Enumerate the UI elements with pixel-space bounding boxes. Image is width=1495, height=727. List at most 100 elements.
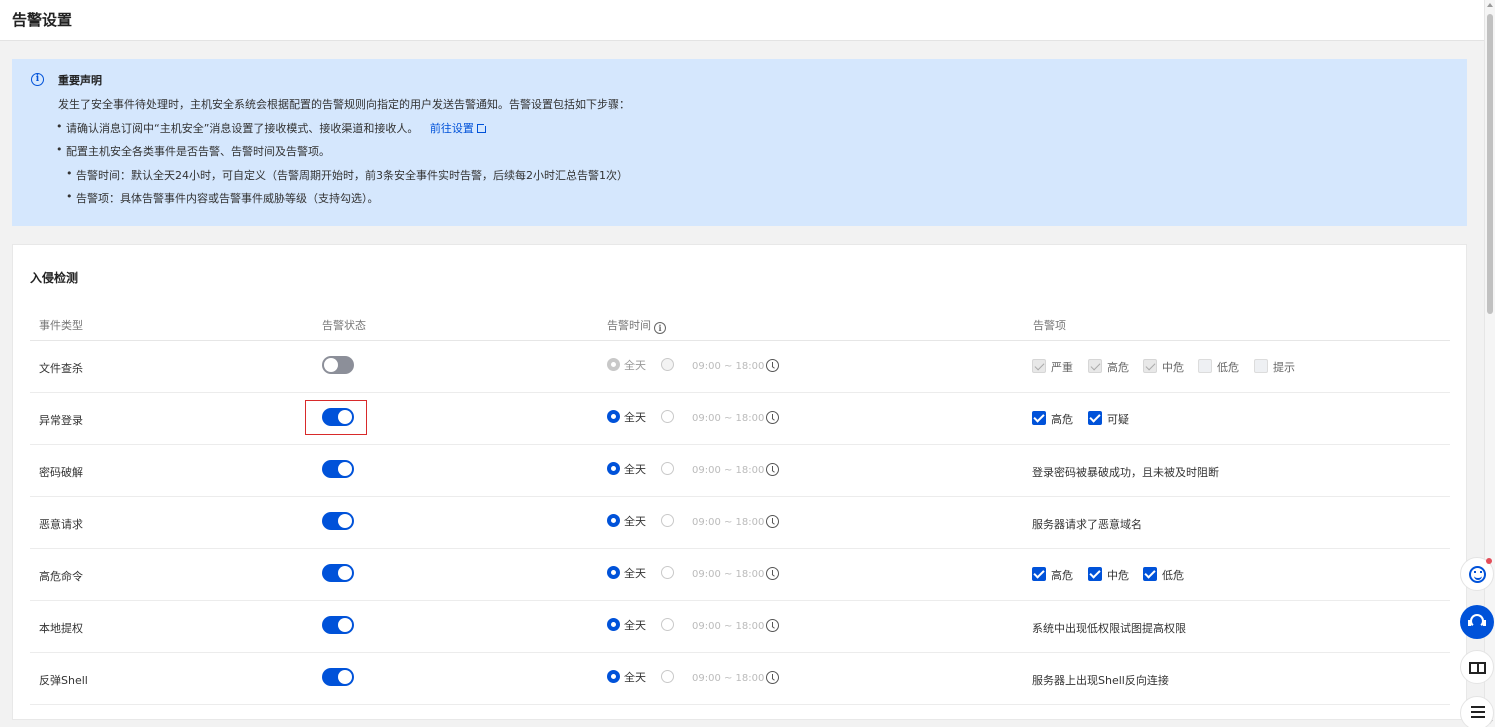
toggle-knob [338,618,352,632]
event-type-name: 密码破解 [39,466,83,479]
go-to-settings-link[interactable]: 前往设置 [429,122,488,135]
event-type-name: 异常登录 [39,414,83,427]
smile-icon [1469,566,1486,583]
custom-time-radio[interactable] [661,410,674,423]
custom-time-radio[interactable] [661,618,674,631]
column-header-alert-status: 告警状态 [322,319,366,332]
all-day-radio[interactable] [607,410,620,423]
time-range-text: 09:00 ~ 18:00 [692,569,765,580]
scroll-up-arrow-icon[interactable] [1487,3,1493,7]
table-row: 高危命令 全天 09:00 ~ 18:00 高危 中危 低危 [30,549,1450,601]
alert-status-toggle[interactable] [322,668,354,686]
alert-item-description: 服务器请求了恶意域名 [1032,518,1142,531]
time-range-text: 09:00 ~ 18:00 [692,361,765,372]
all-day-radio[interactable] [607,618,620,631]
severity-label: 严重 [1051,361,1073,374]
toggle-knob [338,670,352,684]
table-row: 本地提权 全天 09:00 ~ 18:00 系统中出现低权限试图提高权限 [30,601,1450,653]
event-type-name: 反弹Shell [39,674,88,687]
all-day-radio[interactable] [607,462,620,475]
menu-button[interactable] [1460,696,1494,727]
page-title: 告警设置 [12,11,73,29]
event-type-name: 文件查杀 [39,362,83,375]
severity-checkbox-critical [1032,359,1046,373]
list-line-icon [1471,706,1485,708]
alert-status-toggle[interactable] [322,616,354,634]
table-row: 反弹Shell 全天 09:00 ~ 18:00 服务器上出现Shell反向连接 [30,653,1450,705]
severity-checkbox-suspicious[interactable] [1088,411,1102,425]
severity-label: 可疑 [1107,413,1129,426]
column-header-alert-time: 告警时间 i [607,317,666,334]
feedback-button[interactable] [1460,557,1494,591]
severity-label: 低危 [1217,361,1239,374]
severity-label: 中危 [1162,361,1184,374]
table-row: 异常登录 全天 09:00 ~ 18:00 高危 可疑 [30,393,1450,445]
alert-status-toggle[interactable] [322,564,354,582]
notice-step-1-text: 请确认消息订阅中“主机安全”消息设置了接收模式、接收渠道和接收人。 [66,122,419,135]
all-day-radio[interactable] [607,670,620,683]
severity-checkbox-high[interactable] [1032,567,1046,581]
severity-label: 高危 [1051,413,1073,426]
severity-checkbox-high [1088,359,1102,373]
severity-label: 中危 [1107,569,1129,582]
intrusion-detection-card: 入侵检测 事件类型 告警状态 告警时间 i 告警项 文件查杀 全天 09:00 ~… [12,244,1467,720]
list-line-icon [1471,711,1485,713]
time-range-text: 09:00 ~ 18:00 [692,465,765,476]
toggle-knob [338,566,352,580]
time-range-text: 09:00 ~ 18:00 [692,517,765,528]
custom-time-radio[interactable] [661,514,674,527]
docs-button[interactable] [1460,650,1494,684]
severity-checkbox-medium[interactable] [1088,567,1102,581]
go-to-settings-label: 前往设置 [429,122,474,135]
column-header-event-type: 事件类型 [39,319,83,332]
alert-item-description: 服务器上出现Shell反向连接 [1032,674,1169,687]
support-button[interactable] [1460,605,1494,639]
alert-status-toggle[interactable] [322,356,354,374]
headset-ear-icon [1468,620,1486,626]
all-day-radio[interactable] [607,514,620,527]
clock-icon [766,515,779,528]
severity-label: 高危 [1051,569,1073,582]
notice-intro: 发生了安全事件待处理时，主机安全系统会根据配置的告警规则向指定的用户发送告警通知… [58,98,630,111]
notice-sub-2: 告警项：具体告警事件内容或告警事件威胁等级（支持勾选）。 [66,190,378,206]
alert-status-toggle[interactable] [322,460,354,478]
clock-icon [766,567,779,580]
notice-step-2: 配置主机安全各类事件是否告警、告警时间及告警项。 [56,143,330,159]
severity-checkbox-low[interactable] [1143,567,1157,581]
page-header: 告警设置 [0,0,1484,41]
clock-icon [766,619,779,632]
column-header-alert-items: 告警项 [1033,319,1066,332]
notice-title: 重要声明 [58,74,102,87]
book-icon [1469,662,1486,674]
time-range-text: 09:00 ~ 18:00 [692,673,765,684]
clock-icon [766,463,779,476]
custom-time-radio[interactable] [661,670,674,683]
all-day-label: 全天 [624,359,646,372]
severity-checkbox-high[interactable] [1032,411,1046,425]
alert-status-toggle[interactable] [322,408,354,426]
notice-sub-1: 告警时间：默认全天24小时，可自定义（告警周期开始时，前3条安全事件实时告警，后… [66,167,628,183]
custom-time-radio[interactable] [661,566,674,579]
custom-time-radio[interactable] [661,462,674,475]
section-title: 入侵检测 [30,271,79,285]
toggle-knob [338,514,352,528]
all-day-label: 全天 [624,515,646,528]
clock-icon [766,411,779,424]
table-row: 恶意请求 全天 09:00 ~ 18:00 服务器请求了恶意域名 [30,497,1450,549]
table-row: 密码破解 全天 09:00 ~ 18:00 登录密码被暴破成功，且未被及时阻断 [30,445,1450,497]
toggle-knob [324,358,338,372]
severity-checkbox-low [1198,359,1212,373]
scrollbar-thumb[interactable] [1487,14,1493,314]
external-link-icon [476,122,488,133]
toggle-knob [338,462,352,476]
all-day-radio[interactable] [607,566,620,579]
event-type-name: 恶意请求 [39,518,83,531]
severity-label: 低危 [1162,569,1184,582]
all-day-label: 全天 [624,619,646,632]
list-line-icon [1471,716,1485,718]
time-range-text: 09:00 ~ 18:00 [692,621,765,632]
table-row: 文件查杀 全天 09:00 ~ 18:00 严重 高危 中危 低危 提示 [30,341,1450,393]
clock-icon [766,359,779,372]
alert-time-info-icon[interactable]: i [654,322,666,334]
alert-status-toggle[interactable] [322,512,354,530]
